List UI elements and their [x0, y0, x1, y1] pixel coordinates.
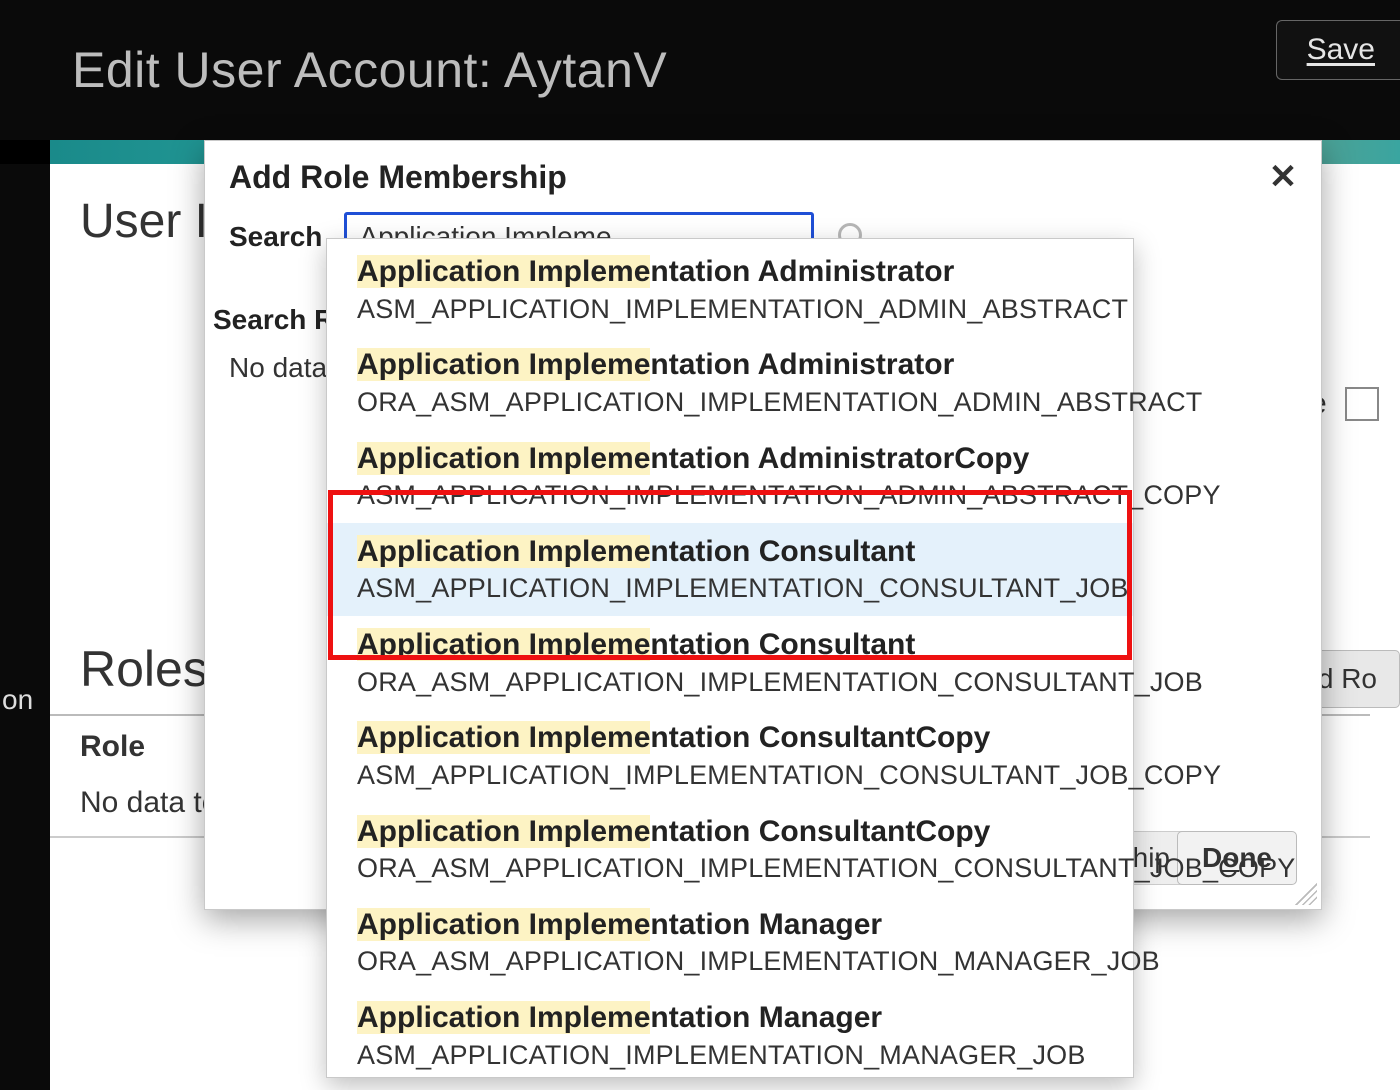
autocomplete-item-code: ORA_ASM_APPLICATION_IMPLEMENTATION_MANAG… — [357, 945, 1103, 979]
autocomplete-item-code: ASM_APPLICATION_IMPLEMENTATION_ADMIN_ABS… — [357, 293, 1103, 327]
match-suffix: ntation Manager — [650, 1001, 882, 1034]
match-suffix: ntation ConsultantCopy — [650, 815, 990, 848]
autocomplete-item[interactable]: Application Implementation ManagerORA_AS… — [327, 896, 1133, 989]
autocomplete-item-title: Application Implementation ConsultantCop… — [357, 719, 1103, 757]
modal-title: Add Role Membership — [205, 141, 1321, 208]
autocomplete-item-title: Application Implementation Administrator… — [357, 440, 1103, 478]
match-highlight: Application Impleme — [357, 815, 650, 848]
autocomplete-item-code: ORA_ASM_APPLICATION_IMPLEMENTATION_CONSU… — [357, 666, 1103, 700]
match-highlight: Application Impleme — [357, 535, 650, 568]
autocomplete-item-code: ORA_ASM_APPLICATION_IMPLEMENTATION_ADMIN… — [357, 386, 1103, 420]
autocomplete-item-code: ORA_ASM_APPLICATION_IMPLEMENTATION_CONSU… — [357, 852, 1103, 886]
autocomplete-item[interactable]: Application Implementation ConsultantCop… — [327, 709, 1133, 802]
match-suffix: ntation Manager — [650, 908, 882, 941]
match-highlight: Application Impleme — [357, 628, 650, 661]
autocomplete-item-title: Application Implementation ConsultantCop… — [357, 813, 1103, 851]
autocomplete-item-title: Application Implementation Consultant — [357, 626, 1103, 664]
autocomplete-item-title: Application Implementation Manager — [357, 999, 1103, 1037]
autocomplete-item-code: ASM_APPLICATION_IMPLEMENTATION_CONSULTAN… — [357, 572, 1103, 606]
match-highlight: Application Impleme — [357, 442, 650, 475]
search-label: Search — [229, 221, 322, 253]
autocomplete-item-code: ASM_APPLICATION_IMPLEMENTATION_CONSULTAN… — [357, 759, 1103, 793]
match-suffix: ntation AdministratorCopy — [650, 442, 1029, 475]
autocomplete-item-code: ASM_APPLICATION_IMPLEMENTATION_MANAGER_J… — [357, 1039, 1103, 1073]
page-header: Edit User Account: AytanV — [0, 0, 1400, 140]
autocomplete-item[interactable]: Application Implementation ConsultantORA… — [327, 616, 1133, 709]
page-title: Edit User Account: AytanV — [72, 41, 667, 99]
autocomplete-item-title: Application Implementation Administrator — [357, 346, 1103, 384]
checkbox-fragment[interactable] — [1345, 387, 1379, 421]
match-suffix: ntation Consultant — [650, 628, 915, 661]
match-highlight: Application Impleme — [357, 255, 650, 288]
autocomplete-item-code: ASM_APPLICATION_IMPLEMENTATION_ADMIN_ABS… — [357, 479, 1103, 513]
autocomplete-item-title: Application Implementation Consultant — [357, 533, 1103, 571]
autocomplete-item-title: Application Implementation Manager — [357, 906, 1103, 944]
autocomplete-item[interactable]: Application Implementation Administrator… — [327, 430, 1133, 523]
save-button[interactable]: Save — [1276, 20, 1400, 80]
left-rail-fragment: on — [0, 684, 50, 716]
match-suffix: ntation Administrator — [650, 255, 954, 288]
match-suffix: ntation ConsultantCopy — [650, 721, 990, 754]
match-highlight: Application Impleme — [357, 348, 650, 381]
save-button-label: Save — [1307, 33, 1375, 67]
autocomplete-item[interactable]: Application Implementation ManagerCopyAS… — [327, 1082, 1133, 1090]
match-highlight: Application Impleme — [357, 908, 650, 941]
match-highlight: Application Impleme — [357, 721, 650, 754]
resize-handle-icon[interactable] — [1295, 883, 1317, 905]
autocomplete-dropdown: Application Implementation Administrator… — [326, 238, 1134, 1078]
match-highlight: Application Impleme — [357, 1001, 650, 1034]
autocomplete-item[interactable]: Application Implementation ManagerASM_AP… — [327, 989, 1133, 1082]
match-suffix: ntation Consultant — [650, 535, 915, 568]
match-suffix: ntation Administrator — [650, 348, 954, 381]
autocomplete-item[interactable]: Application Implementation Administrator… — [327, 243, 1133, 336]
autocomplete-item[interactable]: Application Implementation ConsultantASM… — [327, 523, 1133, 616]
autocomplete-item[interactable]: Application Implementation Administrator… — [327, 336, 1133, 429]
autocomplete-item-title: Application Implementation Administrator — [357, 253, 1103, 291]
close-icon[interactable]: ✕ — [1265, 159, 1301, 195]
autocomplete-item[interactable]: Application Implementation ConsultantCop… — [327, 803, 1133, 896]
left-rail: on — [0, 164, 50, 1090]
